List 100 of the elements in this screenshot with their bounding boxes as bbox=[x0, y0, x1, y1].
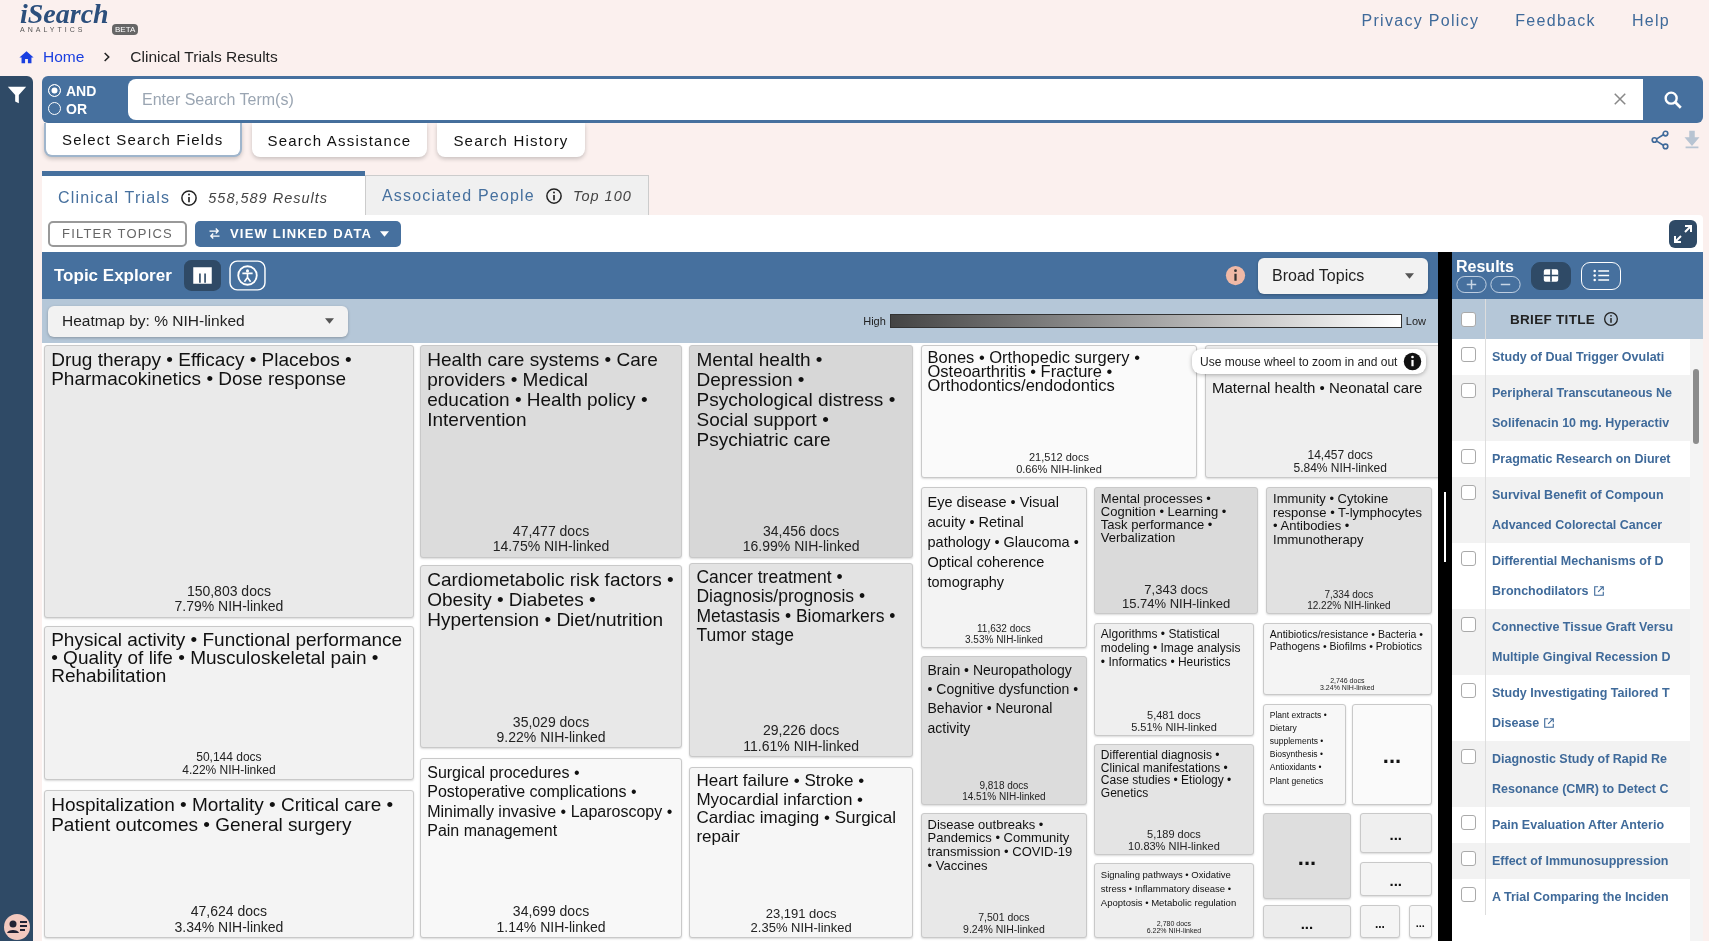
topic-level-select[interactable]: Broad Topics bbox=[1258, 257, 1428, 294]
treemap-tile[interactable]: Immunity • Cytokine response • T-lymphocytes • Antibodies • Immunotherapy 7,334 docs 12.22% NIH-linked bbox=[1266, 486, 1432, 615]
more-label: ... bbox=[1382, 745, 1402, 768]
treemap-tile[interactable]: Differential diagnosis • Clinical manifestations • Case studies • Etiology • Genetics 5,189 docs 10.83% NIH-linked bbox=[1093, 744, 1255, 856]
trial-title-link[interactable]: Peripheral Transcutaneous Ne bbox=[1492, 386, 1672, 400]
treemap-tile[interactable]: Brain • Neuropathology • Cognitive dysfunction • Behavior • Neuronal activity 9,818 docs 14.51% NIH-linked bbox=[920, 655, 1088, 806]
tab[interactable]: Associated People Top 100 bbox=[365, 175, 649, 215]
doc-count: 150,803 docs 7.79% NIH-linked bbox=[173, 583, 285, 615]
share-icon[interactable] bbox=[1649, 129, 1671, 151]
header-link[interactable]: Feedback bbox=[1515, 12, 1596, 30]
treemap-tile[interactable]: Disease outbreaks • Pandemics • Community transmission • COVID-19 • Vaccines 7,501 docs 9.24% NIH-linked bbox=[920, 812, 1088, 939]
row-checkbox[interactable] bbox=[1461, 887, 1476, 902]
treemap-tile[interactable]: Heart failure • Stroke • Myocardial infarction • Cardiac imaging • Surgical repair 23,191 docs 2.35% NIH-linked bbox=[689, 767, 913, 939]
clear-icon[interactable] bbox=[1611, 90, 1629, 108]
treemap-tile[interactable]: Drug therapy • Efficacy • Placebos • Pharmacokinetics • Dose response 150,803 docs 7.79% NIH-linked bbox=[44, 345, 414, 618]
trial-title-link[interactable]: Study of Dual Trigger Ovulati bbox=[1492, 350, 1665, 364]
topic-label: Hospitalization • Mortality • Critical care • Patient outcomes • General surgery bbox=[51, 794, 395, 835]
info-icon[interactable] bbox=[180, 188, 199, 207]
select-all-checkbox[interactable] bbox=[1461, 311, 1476, 327]
search-option-button[interactable]: Search History bbox=[437, 123, 585, 157]
grid-view-button[interactable] bbox=[1531, 261, 1571, 290]
row-checkbox[interactable] bbox=[1461, 851, 1476, 866]
row-checkbox[interactable] bbox=[1461, 617, 1476, 632]
trial-title-link[interactable]: Bronchodilators bbox=[1492, 584, 1589, 598]
treemap-tile[interactable]: Cardiometabolic risk factors • Obesity • Diabetes • Hypertension • Diet/nutrition 35,029 docs 9.22% NIH-linked bbox=[420, 565, 682, 749]
info-icon[interactable] bbox=[544, 186, 563, 205]
treemap-tile[interactable]: Algorithms • Statistical modeling • Image analysis • Informatics • Heuristics 5,481 docs 5.51% NIH-linked bbox=[1093, 623, 1255, 737]
trial-title-link[interactable]: Differential Mechanisms of D bbox=[1492, 554, 1664, 568]
row-checkbox[interactable] bbox=[1461, 383, 1476, 398]
search-option-button[interactable]: Search Assistance bbox=[251, 123, 428, 157]
expand-icon[interactable] bbox=[1669, 219, 1697, 248]
scrollbar[interactable] bbox=[1690, 339, 1703, 941]
zoom-out-icon[interactable] bbox=[1490, 276, 1521, 293]
treemap-tile[interactable]: ... bbox=[1352, 703, 1432, 806]
info-icon[interactable] bbox=[1603, 311, 1620, 327]
treemap-tile[interactable]: Mental health • Depression • Psychological distress • Social support • Psychiatric care 34,456 docs 16.99% NIH-linked bbox=[689, 345, 913, 558]
treemap-tile[interactable]: Cancer treatment • Diagnosis/prognosis • Metastasis • Biomarkers • Tumor stage 29,226 docs 11.61% NIH-linked bbox=[689, 563, 913, 758]
trial-title-link[interactable]: Solifenacin 10 mg. Hyperactiv bbox=[1492, 416, 1670, 430]
topic-label: Cardiometabolic risk factors • Obesity • Diabetes • Hypertension • Diet/nutrition bbox=[427, 570, 675, 631]
search-field[interactable]: Enter Search Term(s) bbox=[128, 79, 1643, 120]
logic-radio[interactable]: OR bbox=[48, 100, 128, 117]
treemap-tile[interactable]: ... bbox=[1262, 905, 1352, 939]
external-link-icon[interactable] bbox=[1543, 717, 1556, 729]
filter-topics-button[interactable]: FILTER TOPICS bbox=[48, 220, 187, 247]
column-header[interactable]: BRIEF TITLE bbox=[1510, 311, 1596, 327]
treemap-tile[interactable]: Surgical procedures • Postoperative complications • Minimally invasive • Laparoscopy • Pain management 34,699 docs 1.14% NIH-linked bbox=[420, 758, 682, 939]
caret-icon bbox=[325, 318, 334, 324]
tab[interactable]: Clinical Trials 558,589 Results bbox=[42, 171, 365, 215]
logic-radio[interactable]: AND bbox=[48, 82, 128, 99]
doc-count: 34,699 docs 1.14% NIH-linked bbox=[495, 904, 607, 936]
row-checkbox[interactable] bbox=[1461, 485, 1476, 500]
trial-title-link[interactable]: Disease bbox=[1492, 716, 1540, 730]
header-link[interactable]: Privacy Policy bbox=[1361, 12, 1480, 30]
breadcrumb-link[interactable]: Home bbox=[43, 48, 85, 66]
treemap-tile[interactable]: Mental processes • Cognition • Learning • Task performance • Verbalization 7,343 docs 15.74% NIH-linked bbox=[1093, 486, 1259, 615]
table-view-icon[interactable] bbox=[183, 260, 221, 291]
view-linked-data-button[interactable]: VIEW LINKED DATA bbox=[194, 220, 402, 247]
trial-title-link[interactable]: Pragmatic Research on Diuret bbox=[1492, 452, 1671, 466]
row-checkbox[interactable] bbox=[1461, 449, 1476, 464]
row-checkbox[interactable] bbox=[1461, 683, 1476, 698]
trial-title-link[interactable]: Diagnostic Study of Rapid Re bbox=[1492, 752, 1667, 766]
treemap-tile[interactable]: Plant extracts • Dietary supplements • Biosynthesis • Antioxidants • Plant genetics bbox=[1262, 703, 1346, 806]
more-label: ... bbox=[1300, 916, 1314, 932]
treemap-tile[interactable]: Health care systems • Care providers • Medical education • Health policy • Intervention 47,477 docs 14.75% NIH-linked bbox=[420, 345, 682, 558]
results-title: Results bbox=[1456, 258, 1514, 276]
tab-label: Associated People bbox=[382, 186, 535, 205]
treemap-tile[interactable]: Eye disease • Visual acuity • Retinal pathology • Glaucoma • Optical coherence tomography 11,632 docs 3.53% NIH-linked bbox=[920, 486, 1088, 649]
treemap-tile[interactable]: Hospitalization • Mortality • Critical care • Patient outcomes • General surgery 47,624 docs 3.34% NIH-linked bbox=[44, 789, 414, 939]
filter-icon[interactable] bbox=[5, 84, 28, 106]
trial-title-link[interactable]: Advanced Colorectal Cancer bbox=[1492, 518, 1663, 532]
topic-label: Differential diagnosis • Clinical manifestations • Case studies • Etiology • Genetics bbox=[1100, 749, 1233, 800]
topic-label: Maternal health • Neonatal care bbox=[1212, 380, 1424, 396]
row-checkbox[interactable] bbox=[1461, 749, 1476, 764]
contact-icon[interactable] bbox=[2, 913, 31, 941]
external-link-icon[interactable] bbox=[1592, 585, 1605, 597]
trial-title-link[interactable]: Pain Evaluation After Anterio bbox=[1492, 818, 1664, 832]
treemap-tile[interactable]: Physical activity • Functional performance • Quality of life • Musculoskeletal pain • Rehabilitation 50,144 docs 4.22% NIH-linked bbox=[44, 626, 414, 781]
doc-count: 7,334 docs 12.22% NIH-linked bbox=[1306, 589, 1392, 612]
home-icon[interactable] bbox=[18, 48, 35, 66]
heatmap-select[interactable]: Heatmap by: % NIH-linked bbox=[48, 305, 348, 337]
trial-title-link[interactable]: Multiple Gingival Recession D bbox=[1492, 650, 1671, 664]
accessibility-icon[interactable] bbox=[228, 260, 266, 291]
zoom-in-icon[interactable] bbox=[1456, 276, 1487, 293]
treemap-tile[interactable]: Bones • Orthopedic surgery • Osteoarthritis • Fracture • Orthodontics/endodontics 21,512 docs 0.66% NIH-linked bbox=[920, 345, 1198, 479]
treemap-tile[interactable]: ... bbox=[1359, 905, 1401, 939]
row-checkbox[interactable] bbox=[1461, 347, 1476, 362]
row-checkbox[interactable] bbox=[1461, 815, 1476, 830]
list-view-button[interactable] bbox=[1581, 261, 1621, 290]
row-checkbox[interactable] bbox=[1461, 551, 1476, 566]
trial-title-link[interactable]: Connective Tissue Graft Versu bbox=[1492, 620, 1674, 634]
trial-title-link[interactable]: Study Investigating Tailored T bbox=[1492, 686, 1670, 700]
trial-title-link[interactable]: Survival Benefit of Compoun bbox=[1492, 488, 1664, 502]
header-link[interactable]: Help bbox=[1631, 12, 1670, 30]
treemap-tile[interactable]: ... bbox=[1262, 812, 1352, 899]
treemap-tile[interactable]: ... bbox=[1408, 905, 1432, 939]
treemap-tile[interactable]: ... bbox=[1359, 861, 1432, 896]
trial-title-link[interactable]: Resonance (CMR) to Detect C bbox=[1492, 782, 1669, 796]
search-option-button[interactable]: Select Search Fields bbox=[44, 123, 242, 157]
trial-title-link[interactable]: A Trial Comparing the Inciden bbox=[1492, 890, 1669, 904]
treemap-tile[interactable]: ... bbox=[1359, 812, 1432, 854]
